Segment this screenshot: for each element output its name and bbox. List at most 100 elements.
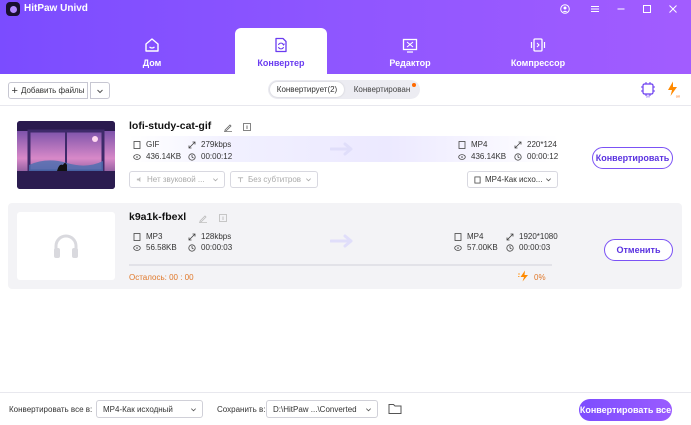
- hardware-acceleration-icon[interactable]: on: [639, 80, 657, 98]
- target-resolution: 1920*1080: [506, 232, 558, 241]
- subtitle-select[interactable]: Без субтитров: [230, 171, 318, 188]
- rename-icon[interactable]: [223, 122, 233, 132]
- file-icon: [458, 140, 466, 149]
- convert-all-format-select[interactable]: MP4-Как исходный: [96, 400, 203, 418]
- notification-dot: [412, 83, 416, 87]
- chevron-down-icon: [97, 89, 103, 93]
- cancel-button[interactable]: Отменить: [604, 239, 673, 261]
- clock-icon: [188, 152, 196, 161]
- chevron-down-icon: [366, 408, 371, 412]
- tab-compressor-label: Компрессор: [510, 58, 566, 68]
- target-format: MP4: [454, 232, 483, 241]
- audio-icon: [136, 176, 141, 183]
- editor-icon: [402, 38, 418, 53]
- source-format: MP3: [133, 232, 162, 241]
- source-size: 436.14KB: [133, 152, 181, 161]
- tab-editor-label: Редактор: [389, 58, 431, 68]
- disk-icon: [458, 153, 466, 160]
- close-icon[interactable]: [666, 2, 680, 16]
- subtitle-icon: [237, 177, 244, 183]
- file-info-icon[interactable]: [242, 122, 252, 132]
- source-bitrate: 279kbps: [188, 140, 231, 149]
- source-size: 56.58KB: [133, 243, 177, 252]
- source-duration: 00:00:12: [188, 152, 232, 161]
- tab-home-label: Дом: [142, 58, 162, 68]
- add-files-button[interactable]: + Добавить файлы: [8, 82, 88, 99]
- audio-track-select[interactable]: Нет звуковой ...: [129, 171, 225, 188]
- tab-converted[interactable]: Конвертирован: [346, 82, 418, 97]
- file-info-icon: [219, 214, 227, 222]
- output-format-select[interactable]: MP4-Как исхо...: [467, 171, 558, 188]
- convert-arrow-icon: [330, 234, 353, 248]
- footer-bar: Конвертировать все в: MP4-Как исходный С…: [0, 392, 691, 425]
- tab-converter[interactable]: Конвертер: [235, 28, 327, 74]
- target-duration: 00:00:03: [506, 243, 550, 252]
- disk-icon: [133, 244, 141, 251]
- tab-compressor[interactable]: Компрессор: [492, 28, 584, 74]
- app-title: HitPaw Univd: [24, 3, 88, 14]
- resize-icon: [514, 141, 522, 148]
- progress-bar: [129, 264, 552, 266]
- file-icon: [133, 232, 141, 241]
- resize-icon: [188, 141, 196, 148]
- rename-icon: [199, 215, 207, 223]
- chevron-down-icon: [546, 178, 551, 182]
- add-files-dropdown[interactable]: [90, 82, 110, 99]
- disk-icon: [454, 244, 462, 251]
- headphones-icon: [54, 234, 78, 258]
- chevron-down-icon: [306, 178, 311, 182]
- convert-all-label: Конвертировать все в:: [9, 405, 93, 414]
- account-icon[interactable]: [558, 2, 572, 16]
- resize-icon: [188, 233, 196, 240]
- save-path-select[interactable]: D:\HitPaw ...\Converted: [266, 400, 378, 418]
- turbo-speed-icon[interactable]: on: [664, 80, 682, 98]
- tab-converting[interactable]: Конвертирует(2): [270, 82, 344, 97]
- clock-icon: [506, 243, 514, 252]
- app-logo-icon: [6, 2, 20, 16]
- disk-icon: [133, 153, 141, 160]
- file-icon: [454, 232, 462, 241]
- convert-button[interactable]: Конвертировать: [592, 147, 673, 169]
- target-duration: 00:00:12: [514, 152, 558, 161]
- menu-icon[interactable]: [588, 2, 602, 16]
- tab-editor[interactable]: Редактор: [364, 28, 456, 74]
- converter-icon: [275, 37, 287, 53]
- add-files-label: Добавить файлы: [20, 86, 85, 95]
- tab-converter-label: Конвертер: [257, 58, 305, 68]
- convert-arrow-icon: [330, 142, 353, 156]
- file-icon: [133, 140, 141, 149]
- plus-icon: +: [11, 84, 18, 97]
- target-resolution: 220*124: [514, 140, 557, 149]
- status-toggle: Конвертирует(2) Конвертирован: [268, 80, 420, 99]
- svg-text:on: on: [676, 94, 680, 99]
- clock-icon: [514, 152, 522, 161]
- file-row: lofi-study-cat-gif GIF 279kbps 436.14KB …: [8, 113, 682, 197]
- audio-thumbnail: [17, 212, 115, 280]
- chevron-down-icon: [213, 178, 218, 182]
- maximize-icon[interactable]: [640, 2, 654, 16]
- source-bitrate: 128kbps: [188, 232, 231, 241]
- video-thumbnail: [17, 121, 115, 189]
- compressor-icon: [530, 38, 546, 52]
- minimize-icon[interactable]: [614, 2, 628, 16]
- target-size: 57.00KB: [454, 243, 498, 252]
- home-icon: [145, 38, 159, 52]
- convert-all-button[interactable]: Конвертировать все: [579, 399, 672, 421]
- turbo-speed-icon: [518, 270, 528, 282]
- time-remaining: Осталось: 00 : 00: [129, 273, 194, 282]
- chevron-down-icon: [191, 408, 196, 412]
- file-name: lofi-study-cat-gif: [129, 120, 212, 132]
- progress-percent: 0%: [534, 273, 546, 282]
- source-duration: 00:00:03: [188, 243, 232, 252]
- resize-icon: [506, 233, 514, 240]
- folder-icon[interactable]: [388, 402, 402, 415]
- tab-home[interactable]: Дом: [106, 28, 198, 74]
- target-format: MP4: [458, 140, 487, 149]
- svg-text:on: on: [646, 94, 650, 99]
- clock-icon: [188, 243, 196, 252]
- save-to-label: Сохранить в:: [217, 405, 266, 414]
- file-icon: [474, 176, 481, 183]
- source-format: GIF: [133, 140, 159, 149]
- target-size: 436.14KB: [458, 152, 506, 161]
- file-row: k9a1k-fbexl MP3 128kbps 56.58KB 00:00:03…: [8, 203, 682, 289]
